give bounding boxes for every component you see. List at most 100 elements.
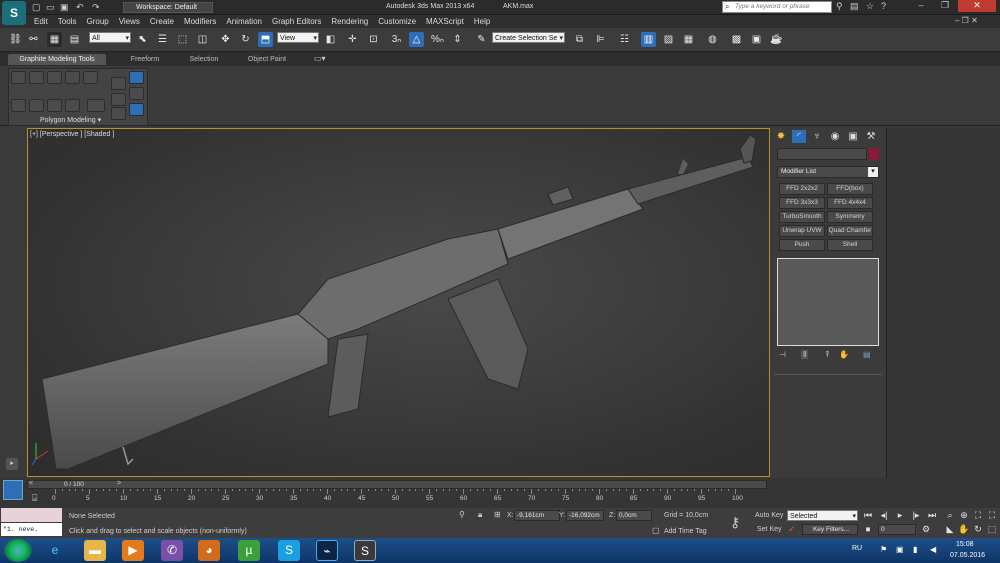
minimize-icon[interactable]: – [910, 0, 932, 12]
render-setup-icon[interactable]: ▩ [729, 32, 744, 47]
internet-explorer-icon[interactable]: e [44, 540, 66, 561]
tab-graphite-modeling[interactable]: Graphite Modeling Tools [8, 54, 106, 65]
remove-modifier-icon[interactable]: ✋ [839, 350, 849, 359]
workspace-dropdown[interactable]: Workspace: Default [123, 2, 213, 13]
menu-modifiers[interactable]: Modifiers [184, 17, 216, 26]
x-coordinate-field[interactable]: -9,161cm [514, 510, 560, 521]
absolute-mode-icon[interactable]: ⊞ [494, 510, 501, 519]
goto-start-icon[interactable]: ⏮ [862, 509, 874, 521]
media-player-icon[interactable]: ▶ [122, 540, 144, 561]
named-selection-dropdown[interactable]: Create Selection Se [492, 32, 565, 44]
close-icon[interactable]: ✕ [958, 0, 996, 12]
modifier-button-ffd-4x4x4[interactable]: FFD 4x4x4 [827, 197, 873, 209]
key-mode-dropdown[interactable]: Selected [787, 510, 858, 522]
ribbon-options-icon[interactable]: ▭▾ [314, 54, 326, 63]
open-file-icon[interactable]: ▭ [46, 2, 55, 13]
utilities-tab-icon[interactable]: ⚒ [864, 130, 878, 143]
maxscript-mini-field[interactable]: "1. neve. [1, 523, 62, 536]
ribbon-tool-13[interactable] [111, 107, 126, 120]
menu-create[interactable]: Create [150, 17, 174, 26]
menu-rendering[interactable]: Rendering [331, 17, 368, 26]
menu-help[interactable]: Help [474, 17, 490, 26]
scene-restore-icon[interactable]: – ❐ ✕ [955, 16, 978, 25]
set-key-icon[interactable]: ✓ [788, 524, 796, 535]
graphite-toggle-icon[interactable]: ▥ [641, 32, 656, 47]
configure-sets-icon[interactable]: ▤ [863, 350, 871, 359]
menu-tools[interactable]: Tools [58, 17, 77, 26]
ribbon-tool-8[interactable] [47, 99, 62, 112]
window-crossing-icon[interactable]: ◫ [195, 32, 210, 47]
binoculars-icon[interactable]: ⚲ [836, 1, 843, 12]
ribbon-tool-1[interactable] [11, 71, 26, 84]
unlink-icon[interactable]: ⚯ [26, 32, 41, 47]
menu-edit[interactable]: Edit [34, 17, 48, 26]
ribbon-tool-3[interactable] [47, 71, 62, 84]
viber-icon[interactable]: ✆ [161, 540, 183, 561]
rotate-icon[interactable]: ↻ [238, 32, 253, 47]
modifier-button-ffd-3x3x3[interactable]: FFD 3x3x3 [779, 197, 825, 209]
volume-icon[interactable]: ◀ [930, 545, 936, 554]
orbit-icon[interactable]: ↻ [972, 523, 984, 535]
ribbon-tool-6[interactable] [11, 99, 26, 112]
clock-date[interactable]: 07.05.2016 [950, 552, 985, 559]
snaps-toggle-icon[interactable]: 3ₙ [389, 32, 404, 47]
menu-group[interactable]: Group [86, 17, 108, 26]
rect-selection-icon[interactable]: ⬚ [175, 32, 190, 47]
network-icon[interactable]: ▮ [913, 545, 917, 554]
motion-tab-icon[interactable]: ◉ [828, 130, 842, 143]
time-config-icon[interactable]: ⚙ [920, 523, 932, 535]
select-object-icon[interactable]: ⬉ [135, 32, 150, 47]
modifier-button-unwrap-uvw[interactable]: Unwrap UVW [779, 225, 825, 237]
modifier-button-ffd-box-[interactable]: FFD(box) [827, 183, 873, 195]
redo-icon[interactable]: ↷ [92, 2, 100, 13]
goto-end-icon[interactable]: ⏭ [926, 509, 938, 521]
tab-selection[interactable]: Selection [180, 54, 228, 65]
perspective-viewport[interactable]: [+] [Perspective ] [Shaded ] [27, 128, 770, 477]
undo-icon[interactable]: ↶ [76, 2, 84, 13]
y-coordinate-field[interactable]: -16,092cm [566, 510, 604, 521]
start-button[interactable] [4, 539, 32, 562]
menu-animation[interactable]: Animation [226, 17, 262, 26]
ribbon-tool-16[interactable] [129, 103, 144, 116]
z-coordinate-field[interactable]: 0,0cm [616, 510, 652, 521]
move-icon[interactable]: ✥ [218, 32, 233, 47]
hierarchy-tab-icon[interactable]: ♆ [810, 130, 824, 143]
menu-customize[interactable]: Customize [378, 17, 416, 26]
play-icon[interactable]: ▸ [894, 509, 906, 521]
scale-icon[interactable]: ⬒ [258, 32, 273, 47]
bind-space-warp-icon[interactable]: ▦ [47, 32, 62, 47]
photoshop-icon[interactable]: ⌁ [316, 540, 338, 561]
subscription-icon[interactable]: ▤ [850, 1, 859, 12]
align-icon[interactable]: ⊫ [593, 32, 608, 47]
app-logo-icon[interactable]: S [2, 1, 26, 25]
firefox-icon[interactable]: ◕ [198, 540, 220, 561]
add-time-tag[interactable]: Add Time Tag [664, 528, 707, 535]
ribbon-tool-15[interactable] [129, 87, 144, 100]
select-by-name-icon[interactable]: ☰ [155, 32, 170, 47]
lock-selection-icon[interactable]: ⚲ [459, 510, 465, 519]
keyboard-shortcut-icon[interactable]: ⊡ [366, 32, 381, 47]
display-tab-icon[interactable]: ▣ [846, 130, 860, 143]
modifier-button-push[interactable]: Push [779, 239, 825, 251]
tab-object-paint[interactable]: Object Paint [240, 54, 294, 65]
ribbon-tool-9[interactable] [65, 99, 80, 112]
show-end-result-icon[interactable]: ‖ [801, 350, 809, 359]
zoom-all-icon[interactable]: ⊕ [958, 509, 970, 521]
ribbon-tool-7[interactable] [29, 99, 44, 112]
menu-views[interactable]: Views [119, 17, 140, 26]
prev-key-icon[interactable]: ◂| [878, 509, 890, 521]
skype-icon[interactable]: S [278, 540, 300, 561]
3ds-max-taskbar-icon[interactable]: S [354, 540, 376, 561]
modifier-stack[interactable] [777, 258, 879, 346]
scene-explorer-icon[interactable]: ▤ [67, 32, 82, 47]
time-tag-icon[interactable]: ▢ [652, 526, 660, 535]
create-tab-icon[interactable]: ✸ [774, 130, 788, 143]
expand-panel-button[interactable]: ▸ [6, 458, 18, 470]
ribbon-tool-12[interactable] [111, 93, 126, 106]
modifier-button-symmetry[interactable]: Symmetry [827, 211, 873, 223]
select-manipulate-icon[interactable]: ✛ [345, 32, 360, 47]
prev-frame-icon[interactable]: < [29, 480, 33, 487]
pivot-center-icon[interactable]: ◧ [323, 32, 338, 47]
material-editor-icon[interactable]: ◍ [705, 32, 720, 47]
key-mode-icon[interactable]: ⏹ [862, 523, 874, 535]
